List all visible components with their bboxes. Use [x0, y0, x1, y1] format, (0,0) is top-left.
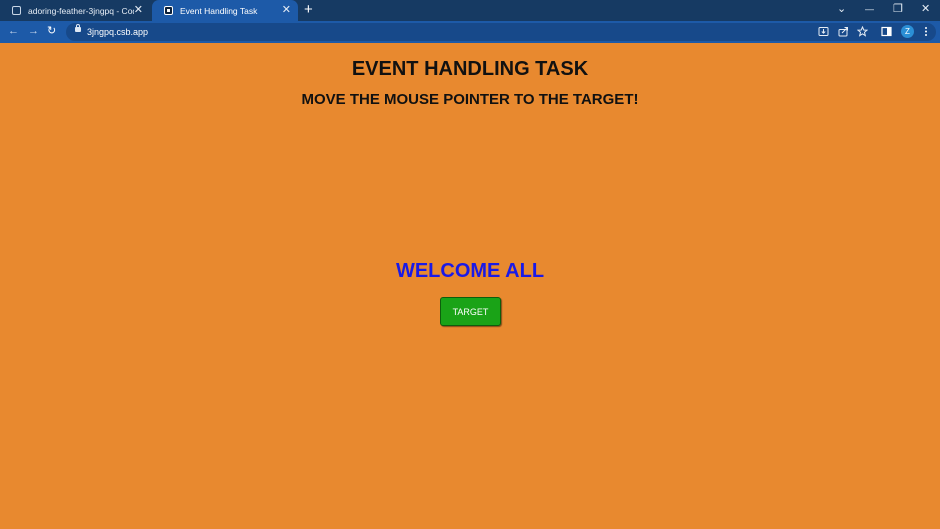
codesandbox-favicon-icon — [12, 6, 21, 15]
page-content: EVENT HANDLING TASK MOVE THE MOUSE POINT… — [0, 43, 940, 529]
profile-avatar[interactable]: Z — [901, 25, 914, 38]
page-title: EVENT HANDLING TASK — [351, 58, 589, 80]
lock-icon[interactable] — [75, 24, 81, 32]
close-tab-icon[interactable]: ✕ — [134, 4, 143, 16]
page-favicon-icon — [164, 6, 173, 15]
back-button[interactable]: ← — [8, 24, 19, 39]
share-icon[interactable] — [838, 26, 849, 37]
minimize-button[interactable]: — — [865, 2, 874, 16]
install-icon[interactable] — [818, 26, 829, 37]
new-tab-button[interactable]: + — [304, 2, 313, 18]
side-panel-icon[interactable] — [881, 26, 892, 37]
address-bar[interactable]: 3jngpq.csb.app — [66, 23, 936, 41]
welcome-text: WELCOME ALL — [395, 260, 545, 282]
tab-event-handling-task[interactable]: Event Handling Task ✕ — [152, 0, 298, 21]
menu-icon[interactable] — [923, 26, 929, 37]
address-url[interactable]: 3jngpq.csb.app — [87, 25, 148, 39]
close-tab-icon[interactable]: ✕ — [282, 4, 291, 16]
browser-window: adoring-feather-3jngpq - CodeSandbox ✕ E… — [0, 0, 940, 529]
browser-toolbar: ← → ↻ 3jngpq.csb.app — [0, 21, 940, 43]
reload-button[interactable]: ↻ — [47, 24, 56, 39]
page-subtitle: MOVE THE MOUSE POINTER TO THE TARGET! — [301, 91, 639, 108]
tab-strip: adoring-feather-3jngpq - CodeSandbox ✕ E… — [0, 0, 940, 21]
tab-search-chevron-icon[interactable]: ⌄ — [837, 2, 846, 16]
tab-title: adoring-feather-3jngpq - CodeSandbox — [28, 5, 134, 16]
tab-title: Event Handling Task — [180, 5, 258, 16]
target-button[interactable]: TARGET — [440, 297, 501, 326]
close-window-button[interactable]: ✕ — [921, 2, 930, 16]
tab-codesandbox[interactable]: adoring-feather-3jngpq - CodeSandbox ✕ — [0, 0, 150, 21]
restore-button[interactable]: ❐ — [893, 2, 903, 16]
forward-button[interactable]: → — [28, 24, 39, 39]
bookmark-star-icon[interactable] — [857, 26, 868, 37]
